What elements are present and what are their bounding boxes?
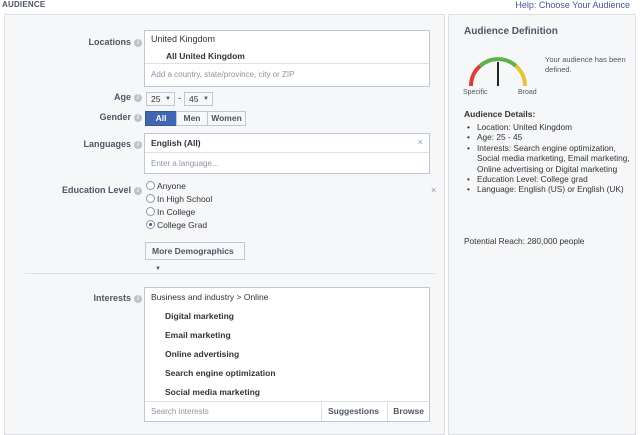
header: AUDIENCE Help: Choose Your Audience xyxy=(0,0,640,12)
info-icon[interactable]: i xyxy=(134,38,142,47)
location-scope[interactable]: All United Kingdom xyxy=(166,51,245,61)
radio-label: College Grad xyxy=(157,220,208,230)
interest-item[interactable]: Digital marketing xyxy=(165,311,234,321)
language-input[interactable]: Enter a language... xyxy=(151,159,219,168)
age-min-value: 25 xyxy=(151,94,161,104)
gauge-yellow-arc xyxy=(514,64,527,87)
radio-icon xyxy=(146,207,155,216)
locations-box: United Kingdom All United Kingdom Add a … xyxy=(144,30,430,87)
age-max-value: 45 xyxy=(189,94,199,104)
education-option-high-school[interactable]: In High School xyxy=(146,194,212,204)
languages-box: English (All) × Enter a language... xyxy=(144,133,430,174)
radio-label: Anyone xyxy=(157,181,186,191)
gender-men-button[interactable]: Men xyxy=(176,111,208,126)
chevron-down-icon: ▼ xyxy=(165,96,171,102)
info-icon[interactable]: i xyxy=(134,113,142,122)
more-demographics-label: More Demographics xyxy=(152,246,234,256)
info-icon[interactable]: i xyxy=(134,294,142,303)
detail-item: Location: United Kingdom xyxy=(464,122,632,133)
info-icon[interactable]: i xyxy=(134,93,142,102)
gender-label: Gender i xyxy=(99,112,142,122)
interests-label: Interests i xyxy=(93,293,142,303)
gender-all-button[interactable]: All xyxy=(145,111,177,126)
languages-label: Languages i xyxy=(83,139,142,149)
age-label: Age i xyxy=(114,92,142,102)
info-icon[interactable]: i xyxy=(134,140,142,149)
interest-category-path: Business and industry > Online xyxy=(151,292,269,302)
details-list: Location: United Kingdom Age: 25 - 45 In… xyxy=(464,122,632,195)
language-selected: English (All) xyxy=(151,138,201,148)
location-search-input[interactable]: Add a country, state/province, city or Z… xyxy=(151,70,294,79)
section-title: AUDIENCE xyxy=(2,0,46,9)
browse-button[interactable]: Browse xyxy=(387,402,429,421)
help-link[interactable]: Help: Choose Your Audience xyxy=(515,0,630,10)
more-demographics-button[interactable]: More Demographics ▼ xyxy=(145,242,245,272)
gauge-right-label: Broad xyxy=(518,89,537,96)
detail-item: Language: English (US) or English (UK) xyxy=(464,184,632,195)
interest-item[interactable]: Search engine optimization xyxy=(165,368,276,378)
audience-form: Locations i United Kingdom All United Kin… xyxy=(4,14,445,435)
gender-women-button[interactable]: Women xyxy=(207,111,246,126)
age-separator: - xyxy=(178,93,181,103)
potential-reach: Potential Reach: 280,000 people xyxy=(464,236,585,246)
info-icon[interactable]: i xyxy=(134,186,142,195)
radio-icon xyxy=(146,194,155,203)
audience-definition-panel: Audience Definition Specific Broad Your … xyxy=(448,14,636,435)
locations-label-text: Locations xyxy=(88,37,131,47)
interest-item[interactable]: Social media marketing xyxy=(165,387,260,397)
close-icon[interactable]: × xyxy=(431,185,436,195)
education-option-anyone[interactable]: Anyone xyxy=(146,181,186,191)
interests-box: Business and industry > Online Digital m… xyxy=(144,287,430,422)
audience-status: Your audience has been defined. xyxy=(545,55,626,74)
radio-selected-icon xyxy=(146,220,155,229)
detail-item: Interests: Search engine optimization, S… xyxy=(464,143,632,174)
detail-item: Age: 25 - 45 xyxy=(464,132,632,143)
education-label-text: Education Level xyxy=(61,185,131,195)
education-option-college-grad[interactable]: College Grad xyxy=(146,220,207,230)
gauge-red-arc xyxy=(469,64,482,87)
languages-label-text: Languages xyxy=(83,139,131,149)
audience-gauge xyxy=(469,57,527,87)
chevron-down-icon: ▼ xyxy=(155,266,161,272)
interests-label-text: Interests xyxy=(93,293,131,303)
interests-footer: Search interests Suggestions Browse xyxy=(145,401,429,421)
locations-label: Locations i xyxy=(88,37,142,47)
interest-item[interactable]: Online advertising xyxy=(165,349,239,359)
details-title: Audience Details: xyxy=(464,109,536,119)
detail-item: Education Level: College grad xyxy=(464,174,632,185)
gender-label-text: Gender xyxy=(99,112,131,122)
close-icon[interactable]: × xyxy=(418,137,423,147)
age-label-text: Age xyxy=(113,92,131,102)
chevron-down-icon: ▼ xyxy=(203,96,209,102)
radio-label: In College xyxy=(157,207,196,217)
radio-label: In High School xyxy=(157,194,213,204)
interest-search-input[interactable]: Search interests xyxy=(151,407,209,416)
divider xyxy=(145,63,429,64)
section-divider xyxy=(25,273,435,274)
interest-item[interactable]: Email marketing xyxy=(165,330,231,340)
divider xyxy=(145,152,429,153)
age-max-select[interactable]: 45 ▼ xyxy=(184,92,213,106)
panel-title: Audience Definition xyxy=(464,26,558,37)
gauge-left-label: Specific xyxy=(463,89,488,96)
suggestions-button[interactable]: Suggestions xyxy=(320,402,385,421)
radio-icon xyxy=(146,181,155,190)
age-min-select[interactable]: 25 ▼ xyxy=(146,92,175,106)
education-option-college[interactable]: In College xyxy=(146,207,195,217)
education-label: Education Level i xyxy=(62,185,142,195)
location-country: United Kingdom xyxy=(151,34,216,44)
